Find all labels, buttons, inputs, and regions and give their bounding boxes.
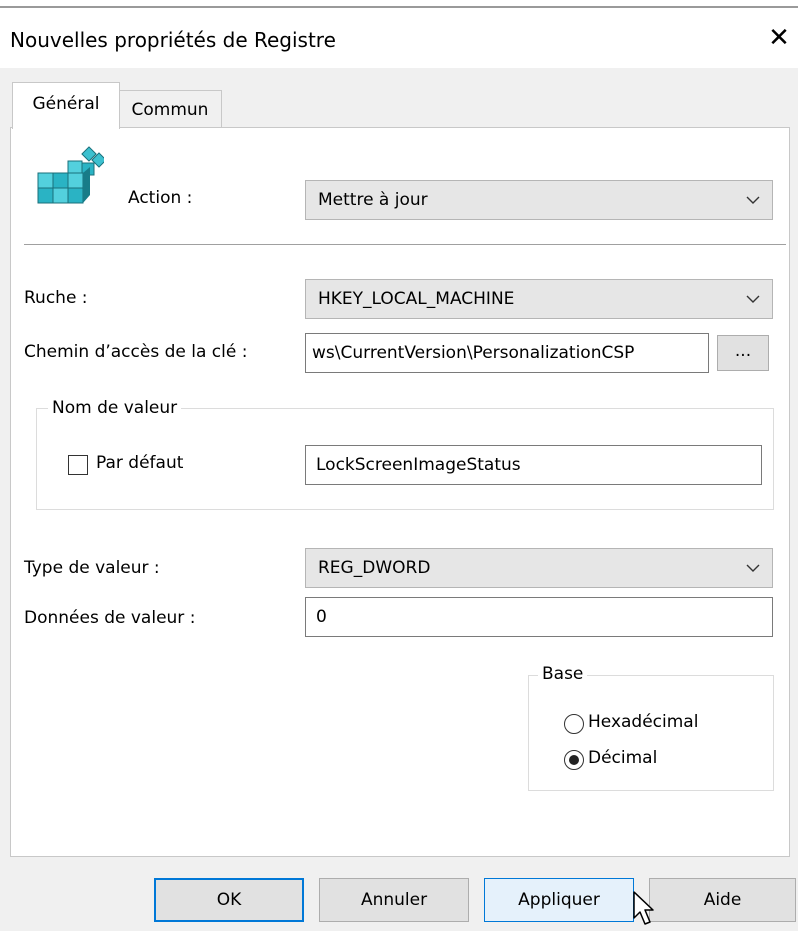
action-select[interactable]: Mettre à jour [305,180,773,220]
chevron-down-icon [746,564,760,572]
hexadecimal-radio[interactable] [564,714,584,734]
chevron-down-icon [746,196,760,204]
hive-select[interactable]: HKEY_LOCAL_MACHINE [305,279,773,319]
tab-general[interactable]: Général [12,82,120,129]
close-icon[interactable]: ✕ [764,22,794,54]
base-group-title: Base [538,664,588,684]
apply-button[interactable]: Appliquer [484,878,634,922]
key-path-value: ws\CurrentVersion\PersonalizationCSP [312,343,635,363]
value-type-value: REG_DWORD [318,558,431,578]
value-name-group-title: Nom de valeur [48,398,182,418]
tab-common[interactable]: Commun [118,90,222,129]
value-data-label: Données de valeur : [24,608,196,628]
value-type-select[interactable]: REG_DWORD [305,548,773,588]
base-group [528,675,774,791]
browse-button[interactable]: ... [717,335,769,371]
value-name-input[interactable]: LockScreenImageStatus [305,445,762,485]
registry-blocks-icon [37,146,104,204]
hive-label: Ruche : [24,288,88,308]
ok-button[interactable]: OK [154,878,304,922]
key-path-input[interactable]: ws\CurrentVersion\PersonalizationCSP [305,333,709,373]
hive-value: HKEY_LOCAL_MACHINE [318,289,515,309]
window-title: Nouvelles propriétés de Registre [10,28,336,52]
hexadecimal-label: Hexadécimal [588,712,699,732]
help-button[interactable]: Aide [649,878,796,922]
cancel-button[interactable]: Annuler [319,878,469,922]
separator [24,244,786,245]
action-value: Mettre à jour [318,190,428,210]
default-label: Par défaut [96,453,184,473]
top-border [0,6,798,8]
value-name-value: LockScreenImageStatus [316,455,521,475]
action-label: Action : [128,188,193,208]
default-checkbox[interactable] [68,455,88,475]
value-data-input[interactable]: 0 [305,597,773,637]
decimal-label: Décimal [588,748,658,768]
value-data-value: 0 [316,607,327,627]
value-type-label: Type de valeur : [24,558,160,578]
mouse-pointer-icon [633,891,654,925]
chevron-down-icon [746,295,760,303]
key-path-label: Chemin d’accès de la clé : [24,342,248,362]
decimal-radio[interactable] [564,750,584,770]
